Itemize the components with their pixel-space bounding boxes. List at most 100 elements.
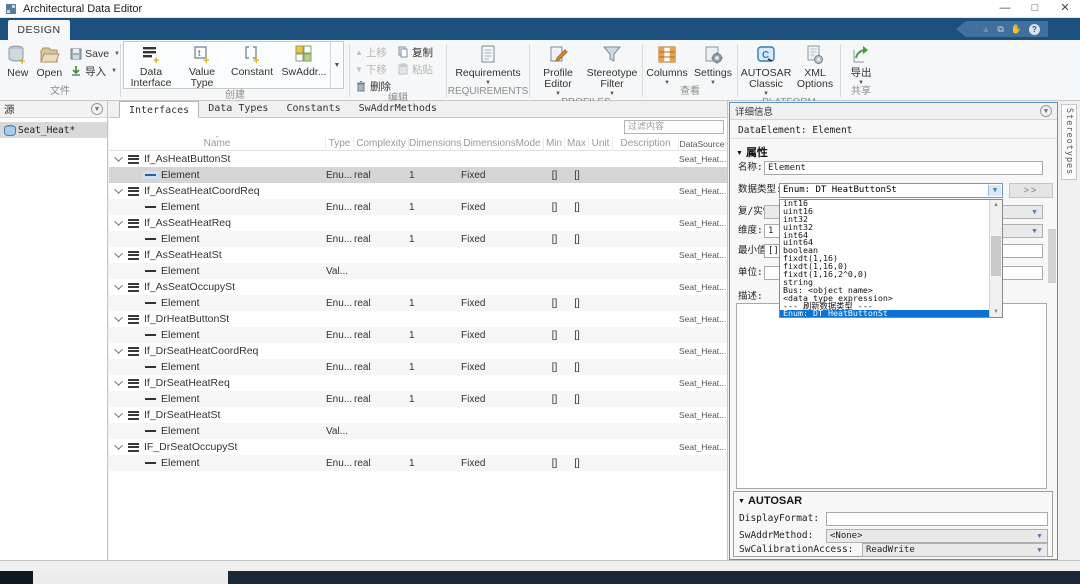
- column-header[interactable]: Unit: [589, 137, 613, 150]
- column-header[interactable]: Type: [326, 137, 354, 150]
- autosar-classic-button[interactable]: C AUTOSAR Classic ▼: [740, 43, 792, 97]
- value-type-button[interactable]: t + Value Type: [178, 42, 226, 89]
- column-header[interactable]: Min: [544, 137, 565, 150]
- scroll-thumb[interactable]: [991, 236, 1001, 276]
- chevron-down-icon[interactable]: [114, 345, 123, 354]
- table-row[interactable]: Element Enu... real 1 Fixed [] []: [109, 391, 727, 407]
- minimize-button[interactable]: —: [990, 0, 1020, 18]
- chevron-down-icon[interactable]: [114, 281, 123, 290]
- paste-button[interactable]: 粘贴: [397, 62, 433, 76]
- profile-editor-button[interactable]: Profile Editor ▼: [532, 43, 584, 97]
- columns-button[interactable]: Columns ▼: [644, 43, 690, 86]
- sw-addr-method-combo[interactable]: <None> ▼: [826, 529, 1048, 543]
- chevron-down-icon[interactable]: [114, 441, 123, 450]
- details-scrollbar-thumb[interactable]: [1048, 229, 1056, 283]
- move-up-button[interactable]: ▲ 上移: [355, 45, 391, 59]
- table-row[interactable]: IF_DrSeatOccupySt Seat_Heat....: [109, 439, 727, 455]
- chevron-down-icon[interactable]: [114, 377, 123, 386]
- column-header[interactable]: ⌃ Name: [109, 136, 326, 150]
- sw-calibration-access-combo[interactable]: ReadWrite ▼: [862, 543, 1048, 557]
- xml-options-button[interactable]: XML Options: [792, 43, 838, 90]
- swaddr-button[interactable]: SwAddr...: [278, 42, 330, 78]
- chevron-down-icon[interactable]: [114, 217, 123, 226]
- table-row[interactable]: Element Val...: [109, 263, 727, 279]
- save-button[interactable]: Save ▼: [70, 47, 120, 61]
- copy-button[interactable]: 复制: [397, 45, 433, 59]
- table-row[interactable]: If_DrSeatHeatReq Seat_Heat....: [109, 375, 727, 391]
- hand-icon[interactable]: ✋: [1011, 24, 1022, 34]
- requirements-button[interactable]: Requirements ▼: [448, 43, 528, 86]
- table-row[interactable]: Element Val...: [109, 423, 727, 439]
- up-arrow-icon[interactable]: ▲: [981, 24, 990, 34]
- table-row[interactable]: Element Enu... real 1 Fixed [] []: [109, 455, 727, 471]
- maximize-button[interactable]: □: [1020, 0, 1050, 18]
- datatype-more-button[interactable]: >>: [1009, 183, 1053, 198]
- section-autosar[interactable]: ▼ AUTOSAR: [738, 495, 802, 507]
- table-row[interactable]: Element Enu... real 1 Fixed [] []: [109, 327, 727, 343]
- table-row[interactable]: If_DrSeatHeatSt Seat_Heat....: [109, 407, 727, 423]
- datatype-option[interactable]: Enum: DT HeatButtonSt: [780, 309, 989, 317]
- display-format-field[interactable]: [826, 512, 1048, 526]
- datatype-combo[interactable]: Enum: DT HeatButtonSt ▼: [779, 183, 1003, 198]
- table-row[interactable]: If_DrSeatHeatCoordReq Seat_Heat....: [109, 343, 727, 359]
- table-row[interactable]: If_AsSeatHeatCoordReq Seat_Heat....: [109, 183, 727, 199]
- table-row[interactable]: Element Enu... real 1 Fixed [] []: [109, 359, 727, 375]
- tab-data-types[interactable]: Data Types: [199, 100, 277, 117]
- table-row[interactable]: Element Enu... real 1 Fixed [] []: [109, 295, 727, 311]
- settings-button[interactable]: Settings ▼: [690, 43, 736, 86]
- constant-button[interactable]: + Constant: [226, 42, 278, 78]
- taskbar-start-area[interactable]: [0, 571, 33, 584]
- delete-button[interactable]: 删除: [355, 79, 391, 93]
- description-field[interactable]: [736, 303, 1047, 489]
- column-header[interactable]: DataSource: [679, 137, 726, 150]
- column-header[interactable]: Complexity: [354, 137, 409, 150]
- source-item[interactable]: Seat_Heat*: [0, 122, 107, 138]
- import-button[interactable]: 导入 ▼: [70, 64, 120, 78]
- table-row[interactable]: If_DrHeatButtonSt Seat_Heat....: [109, 311, 727, 327]
- tab-swaddrmethods[interactable]: SwAddrMethods: [350, 100, 446, 117]
- collapse-details-button[interactable]: ▼: [1040, 105, 1052, 117]
- close-button[interactable]: ✕: [1050, 0, 1080, 18]
- table-row[interactable]: If_AsSeatHeatSt Seat_Heat....: [109, 247, 727, 263]
- chevron-down-icon[interactable]: [114, 249, 123, 258]
- dropdown-scrollbar[interactable]: ▲ ▼: [989, 200, 1002, 317]
- table-row[interactable]: Element Enu... real 1 Fixed [] []: [109, 231, 727, 247]
- move-down-button[interactable]: ▼ 下移: [355, 62, 391, 76]
- table-row[interactable]: If_AsSeatHeatReq Seat_Heat....: [109, 215, 727, 231]
- chevron-down-icon[interactable]: [114, 313, 123, 322]
- table-row[interactable]: If_AsHeatButtonSt Seat_Heat....: [109, 151, 727, 167]
- table-row[interactable]: If_AsSeatOccupySt Seat_Heat....: [109, 279, 727, 295]
- collapse-panel-button[interactable]: ▼: [91, 103, 103, 115]
- column-header[interactable]: Max: [565, 137, 589, 150]
- chevron-down-icon[interactable]: [114, 185, 123, 194]
- gallery-more-button[interactable]: ▼: [330, 42, 343, 88]
- tab-design[interactable]: DESIGN: [8, 20, 70, 40]
- name-field[interactable]: [764, 161, 1043, 175]
- data-interface-button[interactable]: + Data Interface: [124, 42, 178, 89]
- tab-constants[interactable]: Constants: [277, 100, 349, 117]
- new-button[interactable]: + New: [3, 43, 33, 79]
- column-header[interactable]: Dimensions: [409, 137, 461, 150]
- taskbar-search-area[interactable]: [33, 571, 228, 584]
- chevron-down-icon[interactable]: [114, 409, 123, 418]
- stereotypes-tab[interactable]: Stereotypes: [1061, 104, 1077, 180]
- section-properties[interactable]: ▼ 属性: [736, 144, 768, 160]
- help-icon[interactable]: ?: [1029, 23, 1040, 35]
- copy-pages-icon[interactable]: ⧉: [997, 24, 1003, 34]
- column-header[interactable]: DimensionsMode: [461, 137, 544, 150]
- stereotype-filter-button[interactable]: Stereotype Filter ▼: [584, 43, 640, 97]
- datatype-option[interactable]: uint16: [780, 207, 989, 216]
- column-header[interactable]: Description: [613, 137, 679, 150]
- cell-min: []: [551, 169, 558, 181]
- datatype-option[interactable]: uint32: [780, 223, 989, 232]
- tab-interfaces[interactable]: Interfaces: [119, 101, 200, 118]
- scroll-down-icon[interactable]: ▼: [990, 307, 1002, 317]
- table-row[interactable]: Element Enu... real 1 Fixed [] []: [109, 167, 727, 183]
- table-row[interactable]: Element Enu... real 1 Fixed [] []: [109, 199, 727, 215]
- scroll-up-icon[interactable]: ▲: [990, 200, 1002, 210]
- export-button[interactable]: 导出 ▼: [843, 43, 879, 86]
- chevron-down-icon[interactable]: [114, 153, 123, 162]
- filter-input[interactable]: [624, 120, 724, 134]
- chevron-down-icon[interactable]: ▼: [111, 68, 117, 74]
- open-button[interactable]: Open: [33, 43, 67, 79]
